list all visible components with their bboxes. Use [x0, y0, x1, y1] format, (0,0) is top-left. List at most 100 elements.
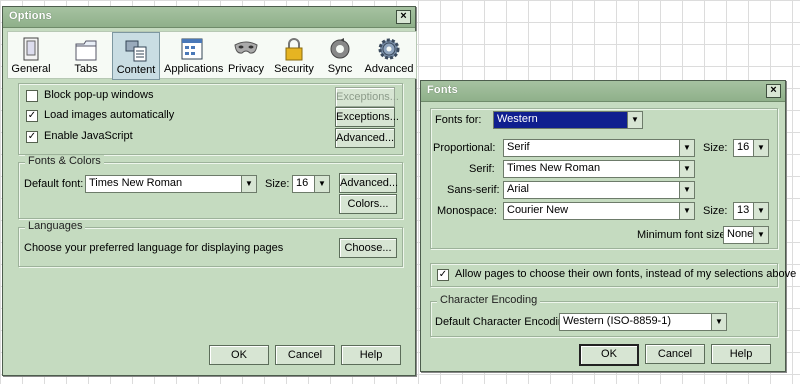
options-cancel-button[interactable]: Cancel [275, 345, 335, 365]
content-options-group: Block pop-up windows Exceptions... ✓ Loa… [18, 83, 403, 155]
character-encoding-group: Character Encoding Default Character Enc… [430, 294, 778, 337]
serif-select[interactable]: Times New Roman ▼ [503, 160, 695, 178]
allow-fonts-group: ✓ Allow pages to choose their own fonts,… [430, 263, 796, 287]
minimum-font-size-label: Minimum font size: [637, 229, 729, 241]
proportional-value: Serif [507, 141, 530, 153]
fonts-cancel-button[interactable]: Cancel [645, 344, 705, 364]
chevron-down-icon: ▼ [753, 227, 768, 243]
monospace-size-value: 13 [737, 204, 750, 216]
chevron-down-icon: ▼ [753, 203, 768, 219]
chevron-down-icon: ▼ [314, 176, 329, 192]
tab-content-label: Content [116, 64, 156, 76]
options-window: Options × General Tabs Content Applicati… [2, 6, 417, 376]
allow-page-fonts-checkbox[interactable]: ✓ [437, 269, 449, 281]
load-images-checkbox[interactable]: ✓ [26, 110, 38, 122]
enable-javascript-checkbox[interactable]: ✓ [26, 131, 38, 143]
default-encoding-label: Default Character Encoding: [435, 316, 574, 328]
security-lock-icon [285, 38, 303, 61]
choose-language-button[interactable]: Choose... [339, 238, 397, 258]
default-font-select[interactable]: Times New Roman ▼ [85, 175, 257, 193]
fonts-advanced-button[interactable]: Advanced... [339, 173, 398, 193]
default-encoding-select[interactable]: Western (ISO-8859-1) ▼ [559, 313, 727, 331]
proportional-size-value: 16 [737, 141, 750, 153]
options-ok-button[interactable]: OK [209, 345, 269, 365]
tab-tabs[interactable]: Tabs [64, 32, 108, 78]
javascript-advanced-button[interactable]: Advanced... [335, 128, 395, 148]
proportional-label: Proportional: [433, 142, 496, 154]
tab-security[interactable]: Security [272, 32, 316, 78]
chevron-down-icon: ▼ [241, 176, 256, 192]
tab-applications-label: Applications [164, 63, 224, 75]
tab-sync[interactable]: Sync [320, 32, 360, 78]
chevron-down-icon: ▼ [753, 140, 768, 156]
tab-security-label: Security [274, 63, 314, 75]
tab-privacy[interactable]: Privacy [226, 32, 266, 78]
chevron-down-icon: ▼ [679, 203, 694, 219]
sans-serif-select[interactable]: Arial ▼ [503, 181, 695, 199]
options-toolbar: General Tabs Content Applications Privac… [7, 31, 417, 80]
fonts-window: Fonts × Fonts for: Western ▼ Proportiona… [420, 80, 796, 372]
popup-exceptions-button[interactable]: Exceptions... [335, 87, 399, 107]
default-encoding-value: Western (ISO-8859-1) [563, 315, 672, 327]
fonts-for-group: Fonts for: Western ▼ Proportional: Serif… [430, 108, 778, 249]
fonts-ok-button[interactable]: OK [579, 344, 639, 366]
proportional-size-label: Size: [703, 142, 728, 154]
fonts-for-value: Western [497, 113, 538, 125]
monospace-select[interactable]: Courier New ▼ [503, 202, 695, 220]
privacy-mask-icon [234, 41, 258, 54]
minimum-font-size-select[interactable]: None ▼ [723, 226, 769, 244]
load-images-label: Load images automatically [44, 109, 175, 121]
block-popups-label: Block pop-up windows [44, 89, 154, 101]
chevron-down-icon: ▼ [711, 314, 726, 330]
serif-label: Serif: [469, 163, 495, 175]
fonts-close-button[interactable]: × [766, 84, 781, 98]
font-size-value: 16 [296, 177, 309, 189]
options-titlebar[interactable]: Options × [3, 7, 415, 28]
tab-general-label: General [11, 63, 51, 75]
languages-text: Choose your preferred language for displ… [24, 242, 284, 254]
tab-content[interactable]: Content [112, 32, 160, 80]
chevron-down-icon: ▼ [679, 140, 694, 156]
tabs-icon [75, 40, 97, 61]
proportional-size-select[interactable]: 16 ▼ [733, 139, 769, 157]
fonts-for-select[interactable]: Western ▼ [493, 111, 643, 129]
fonts-colors-legend: Fonts & Colors [25, 155, 104, 167]
serif-value: Times New Roman [507, 162, 601, 174]
tab-general[interactable]: General [8, 32, 54, 78]
fonts-help-button[interactable]: Help [711, 344, 771, 364]
colors-button[interactable]: Colors... [339, 194, 397, 214]
advanced-gear-icon [378, 38, 400, 60]
chevron-down-icon: ▼ [679, 161, 694, 177]
tab-privacy-label: Privacy [227, 63, 265, 75]
chevron-down-icon: ▼ [627, 112, 642, 128]
tab-sync-label: Sync [327, 63, 353, 75]
font-size-select[interactable]: 16 ▼ [292, 175, 330, 193]
character-encoding-legend: Character Encoding [437, 294, 541, 306]
chevron-down-icon: ▼ [679, 182, 694, 198]
monospace-value: Courier New [507, 204, 569, 216]
general-icon [23, 37, 39, 61]
options-title: Options [9, 10, 52, 22]
tab-advanced[interactable]: Advanced [364, 32, 414, 78]
default-font-label: Default font: [24, 178, 84, 190]
monospace-label: Monospace: [437, 205, 497, 217]
fonts-titlebar[interactable]: Fonts × [421, 81, 785, 102]
proportional-select[interactable]: Serif ▼ [503, 139, 695, 157]
monospace-size-label: Size: [703, 205, 728, 217]
minimum-font-size-value: None [727, 228, 754, 240]
tab-advanced-label: Advanced [364, 63, 414, 75]
options-help-button[interactable]: Help [341, 345, 401, 365]
block-popups-checkbox[interactable] [26, 90, 38, 102]
tab-tabs-label: Tabs [74, 63, 98, 75]
sans-serif-value: Arial [507, 183, 530, 195]
applications-icon [181, 38, 203, 60]
images-exceptions-button[interactable]: Exceptions... [335, 107, 399, 127]
languages-group: Languages Choose your preferred language… [18, 220, 403, 267]
tab-applications[interactable]: Applications [164, 32, 224, 78]
fonts-title: Fonts [427, 84, 458, 96]
monospace-size-select[interactable]: 13 ▼ [733, 202, 769, 220]
languages-legend: Languages [25, 220, 86, 232]
options-close-button[interactable]: × [396, 10, 411, 24]
fonts-for-label: Fonts for: [435, 114, 482, 126]
content-icon [125, 40, 147, 62]
